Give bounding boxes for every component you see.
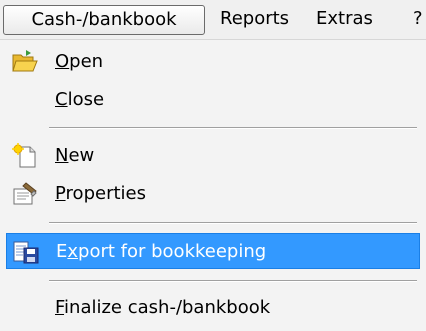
menu-item-label-prefix: E [56, 241, 68, 262]
menu-separator [49, 127, 417, 129]
menu-item-label: ew [68, 145, 95, 166]
menu-bar: Cash-/bankbook Reports Extras ? [0, 0, 426, 40]
menu-item-close[interactable]: Close [6, 82, 420, 118]
menu-reports-label: Reports [220, 8, 290, 29]
menu-reports[interactable]: Reports [220, 5, 289, 35]
menu-cash-bankbook[interactable]: Cash-/bankbook [3, 5, 205, 35]
menu-separator [49, 222, 417, 224]
menu-extras[interactable]: Extras [316, 5, 373, 35]
menu-item-label: lose [67, 89, 105, 110]
mnemonic: O [55, 51, 70, 72]
mnemonic: F [55, 297, 65, 318]
menu-item-label: roperties [65, 183, 146, 204]
menu-item-export-for-bookkeeping[interactable]: Export for bookkeeping [6, 233, 420, 269]
mnemonic: x [67, 241, 79, 262]
menu-help-label: ? [413, 8, 423, 29]
folder-open-icon [12, 49, 38, 75]
mnemonic: C [55, 89, 68, 110]
export-icon [13, 239, 39, 265]
menu-item-open[interactable]: Open [6, 44, 420, 80]
menu-extras-label: Extras [316, 8, 373, 29]
cash-bankbook-dropdown: Open Close New Properties Export for boo… [0, 40, 426, 331]
menu-item-label: port for bookkeeping [78, 241, 267, 262]
mnemonic: P [55, 183, 66, 204]
properties-icon [12, 181, 38, 207]
menu-item-finalize-cash-bankbook[interactable]: Finalize cash-/bankbook [6, 290, 420, 326]
menu-cash-bankbook-label: Cash-/bankbook [31, 9, 177, 30]
menu-item-label: pen [69, 51, 104, 72]
menu-item-properties[interactable]: Properties [6, 176, 420, 212]
mnemonic: N [55, 145, 69, 166]
new-document-icon [12, 143, 38, 169]
menu-help[interactable]: ? [413, 5, 426, 35]
menu-item-new[interactable]: New [6, 138, 420, 174]
menu-item-label: inalize cash-/bankbook [64, 297, 271, 318]
menu-separator [49, 280, 417, 282]
